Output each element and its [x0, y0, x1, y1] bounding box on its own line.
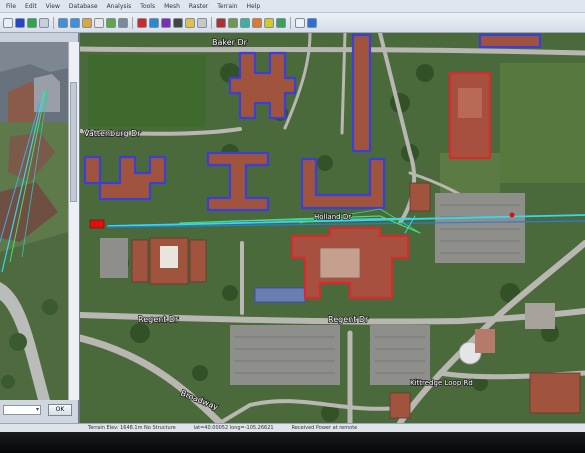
print-icon[interactable]	[39, 17, 49, 28]
receiver-marker[interactable]	[509, 212, 515, 218]
3d-view-canvas[interactable]	[0, 42, 68, 400]
new-icon[interactable]	[3, 17, 13, 28]
info-icon[interactable]	[307, 17, 317, 28]
3d-view-footer: OK	[0, 400, 78, 423]
menu-terrain[interactable]: Terrain	[217, 3, 237, 10]
menu-file[interactable]: File	[6, 3, 16, 10]
refresh-icon[interactable]	[276, 17, 286, 28]
grid-icon[interactable]	[118, 17, 128, 28]
toolbar-separator	[132, 16, 133, 29]
label-holland-dr: Holland Dr	[314, 213, 351, 221]
label-vattenburg-dr: Vattenburg Dr	[84, 129, 141, 138]
view-mode-select[interactable]	[3, 405, 41, 415]
3d-view-panel: OK	[0, 33, 80, 423]
receiver-icon[interactable]	[149, 17, 159, 28]
select-icon[interactable]	[94, 17, 104, 28]
ruler-icon[interactable]	[197, 17, 207, 28]
transmitter-marker[interactable]	[89, 219, 105, 229]
menu-mesh[interactable]: Mesh	[164, 3, 180, 10]
status-mode: Received Power at remote	[291, 425, 358, 431]
aerial-map-view[interactable]: Baker Dr Vattenburg Dr Holland Dr Regent…	[80, 33, 585, 423]
map-canvas: Baker Dr Vattenburg Dr Holland Dr Regent…	[80, 33, 585, 423]
layers-icon[interactable]	[106, 17, 116, 28]
building-icon[interactable]	[216, 17, 226, 28]
measure-icon[interactable]	[185, 17, 195, 28]
menu-edit[interactable]: Edit	[25, 3, 37, 10]
properties-icon[interactable]	[295, 17, 305, 28]
pan-icon[interactable]	[82, 17, 92, 28]
status-bar: Terrain Elev: 1648.1m No Structure lat=4…	[80, 423, 585, 432]
toolbar-separator	[53, 16, 54, 29]
open-icon[interactable]	[15, 17, 25, 28]
3d-scene	[0, 42, 68, 400]
route-icon[interactable]	[252, 17, 262, 28]
menu-bar: File Edit View Database Analysis Tools M…	[0, 0, 585, 13]
area-icon[interactable]	[240, 17, 250, 28]
transmitter-icon[interactable]	[137, 17, 147, 28]
zoom-in-icon[interactable]	[58, 17, 68, 28]
menu-analysis[interactable]: Analysis	[107, 3, 132, 10]
menu-view[interactable]: View	[46, 3, 60, 10]
save-icon[interactable]	[27, 17, 37, 28]
toolbar-separator	[290, 16, 291, 29]
toolbar	[0, 13, 585, 33]
3d-view-scrollbar[interactable]	[68, 42, 79, 400]
label-kittredge-loop: Kittredge Loop Rd	[410, 379, 473, 387]
label-regent-dr-center: Regent Dr	[328, 315, 369, 324]
status-terrain: Terrain Elev: 1648.1m No Structure	[88, 425, 176, 431]
label-regent-dr-left: Regent Dr	[138, 315, 179, 324]
toolbar-separator	[211, 16, 212, 29]
run-icon[interactable]	[161, 17, 171, 28]
application-window: File Edit View Database Analysis Tools M…	[0, 0, 585, 453]
stop-icon[interactable]	[173, 17, 183, 28]
menu-help[interactable]: Help	[247, 3, 261, 10]
status-coordinates: lat=40.00052 long=-105.26621	[193, 425, 274, 431]
menu-raster[interactable]: Raster	[189, 3, 208, 10]
monitor-bezel	[0, 432, 585, 453]
ok-button[interactable]: OK	[48, 404, 72, 416]
menu-tools[interactable]: Tools	[140, 3, 155, 10]
terrain-icon[interactable]	[228, 17, 238, 28]
zoom-out-icon[interactable]	[70, 17, 80, 28]
menu-database[interactable]: Database	[69, 3, 98, 10]
status-bar-left	[0, 423, 80, 432]
3d-view-title	[0, 33, 78, 42]
chart-icon[interactable]	[264, 17, 274, 28]
scrollbar-thumb[interactable]	[70, 82, 77, 202]
label-baker-dr: Baker Dr	[212, 38, 248, 47]
